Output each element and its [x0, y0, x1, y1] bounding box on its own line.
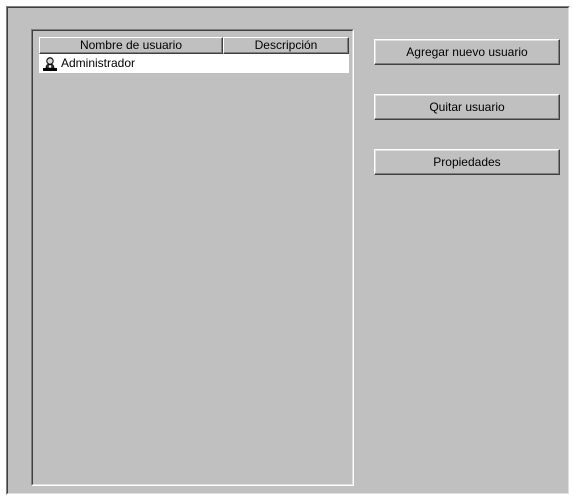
list-rows: Administrador: [39, 54, 349, 73]
column-header-description[interactable]: Descripción: [223, 37, 349, 54]
list-header: Nombre de usuario Descripción: [39, 37, 349, 54]
properties-button[interactable]: Propiedades: [374, 149, 560, 175]
list-item[interactable]: Administrador: [39, 54, 349, 73]
user-icon: [42, 56, 58, 72]
column-header-username[interactable]: Nombre de usuario: [39, 37, 223, 54]
remove-user-button[interactable]: Quitar usuario: [374, 94, 560, 120]
list-item-username: Administrador: [61, 56, 136, 70]
users-dialog: Nombre de usuario Descripción Administra…: [0, 0, 573, 501]
add-user-button[interactable]: Agregar nuevo usuario: [374, 39, 560, 65]
users-list[interactable]: Nombre de usuario Descripción Administra…: [31, 29, 354, 486]
users-panel: Nombre de usuario Descripción Administra…: [6, 6, 570, 495]
